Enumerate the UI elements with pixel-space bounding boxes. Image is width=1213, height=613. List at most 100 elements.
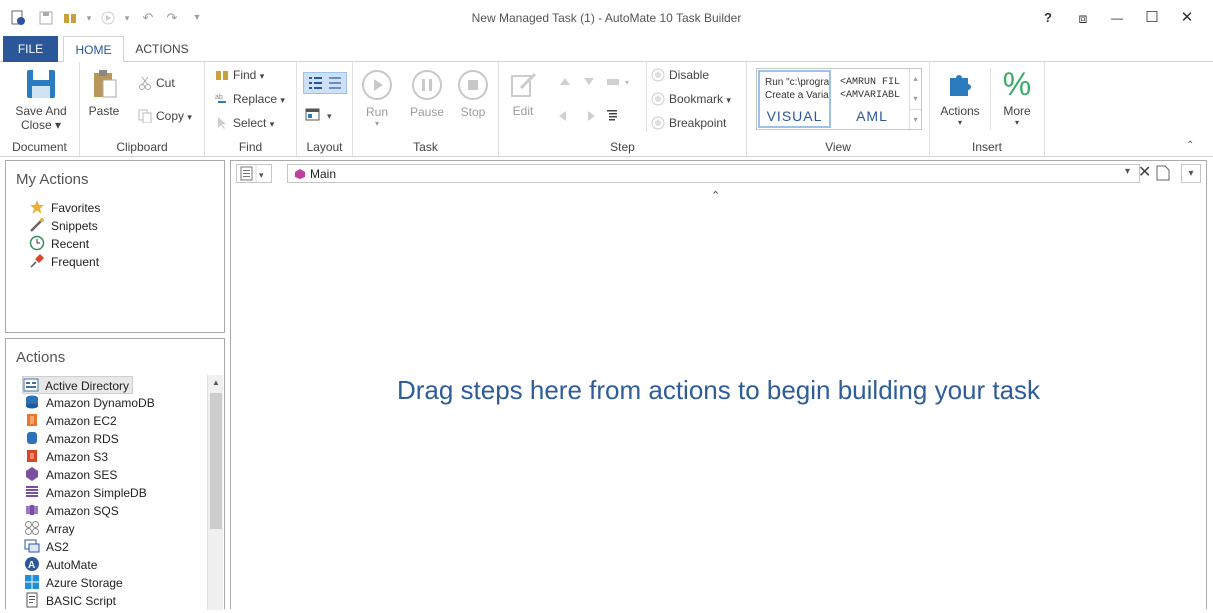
stop-button[interactable]: Stop [455,70,491,119]
breadcrumb[interactable]: Main [287,164,1140,183]
binoculars-icon [215,67,229,81]
as2-icon [24,538,40,554]
save-and-close-button[interactable]: Save And Close ▾ [8,68,74,132]
close-icon[interactable]: ✕ [1138,164,1151,182]
breadcrumb-tools: ▾ ✕ [1125,164,1185,183]
visual-view-option[interactable]: Run "c:\progra Create a Varia VISUAL [758,70,831,128]
amazon-rds-icon [24,430,40,446]
help-button[interactable]: ? [1036,8,1060,28]
copy-button[interactable]: Copy ▾ [138,105,192,127]
breakpoint-label: Breakpoint [669,116,727,130]
select-button[interactable]: Select ▾ [215,112,274,134]
my-actions-recent[interactable]: Recent [29,235,89,253]
amazon-sqs-icon [24,502,40,518]
actions-scrollbar[interactable]: ▲ [207,375,223,610]
insert-actions-button[interactable]: Actions ▾ [936,68,984,127]
svg-text:A: A [28,560,35,571]
bookmark-button[interactable]: Bookmark ▾ [651,88,731,110]
bookmark-label: Bookmark [669,92,724,106]
tab-home[interactable]: HOME [63,36,124,63]
pause-icon [412,70,442,100]
array-icon [24,520,40,536]
run-label: Run [365,105,388,119]
tab-file[interactable]: FILE [3,36,58,62]
close-button[interactable]: ✕ [1175,8,1199,28]
amazon-ec2-icon [24,412,40,428]
ribbon-display-button[interactable]: ⧈ [1071,8,1095,28]
aml-view-option[interactable]: <AMRUN FIL <AMVARIABL AML [835,70,909,128]
my-actions-favorites[interactable]: Favorites [29,199,100,217]
more-label: More [1003,104,1031,118]
breadcrumb-main: Main [310,167,337,181]
my-actions-snippets[interactable]: Snippets [29,217,98,235]
list-item[interactable]: Amazon EC2 [24,412,117,430]
my-actions-frequent[interactable]: Frequent [29,253,99,271]
chevron-down-icon[interactable]: ▾ [1125,166,1130,177]
collapse-up-icon[interactable]: ⌃ [711,189,720,202]
replace-label: Replace [233,92,278,106]
svg-text:▾: ▾ [327,111,332,121]
visual-label: VISUAL [766,108,823,124]
group-label: Insert [971,140,1002,154]
find-button[interactable]: Find ▾ [215,64,264,86]
group-label: View [825,140,851,154]
stop-icon [458,70,488,100]
tab-actions[interactable]: ACTIONS [126,36,198,62]
more-button[interactable]: % More ▾ [996,68,1038,127]
collapse-ribbon-icon[interactable]: ⌃ [1186,140,1194,151]
run-button[interactable]: Run ▾ [359,70,395,128]
amazon-dynamodb-icon [24,394,40,410]
list-item[interactable]: A AutoMate [24,556,97,574]
svg-text:ab: ab [215,94,223,101]
list-layout-button[interactable] [303,72,347,94]
actions-list: Active Directory Amazon DynamoDB Amazon … [6,375,206,610]
disable-button[interactable]: Disable [651,64,709,86]
paste-button[interactable]: Paste [84,68,124,118]
breakpoint-button[interactable]: Breakpoint [651,112,726,134]
maximize-button[interactable]: ☐ [1140,8,1164,28]
separator [646,62,647,132]
play-icon [362,70,392,100]
gallery-scroll[interactable]: ▴ ▾ ▾ [909,69,921,129]
layout-options-button[interactable]: ▾ [305,106,341,124]
minimize-button[interactable]: — [1105,8,1129,28]
list-item[interactable]: Amazon SES [24,466,117,484]
automate-icon: A [24,556,40,572]
basic-script-icon [24,592,40,608]
group-label: Task [413,140,438,154]
step-view-dropdown[interactable]: ▾ [236,164,272,183]
list-item[interactable]: Amazon SimpleDB [24,484,147,502]
title-bar: ▾ ▾ ↶ ↷ ▾ New Managed Task (1) - AutoMat… [0,0,1213,36]
list-item[interactable]: Amazon SQS [24,502,119,520]
amazon-s3-icon [24,448,40,464]
pause-button[interactable]: Pause [407,70,447,119]
list-item[interactable]: Active Directory [22,376,134,394]
group-label: Clipboard [116,140,168,154]
cut-button[interactable]: Cut [138,72,175,94]
aml-preview-1: <AMRUN FIL [840,77,901,88]
scroll-thumb[interactable] [210,393,222,529]
list-item[interactable]: Amazon RDS [24,430,119,448]
item-label: AutoMate [46,558,98,572]
save-label-1: Save And [15,104,67,118]
replace-button[interactable]: ab Replace ▾ [215,88,285,110]
edit-label: Edit [512,104,534,118]
separator [990,68,991,130]
new-page-icon[interactable] [1156,165,1170,184]
group-label: Layout [306,140,343,154]
list-item[interactable]: Array [24,520,75,538]
scroll-up-icon[interactable]: ▲ [208,375,224,391]
list-item[interactable]: Amazon S3 [24,448,108,466]
document-group: Save And Close ▾ Document [0,62,80,157]
amazon-simpledb-icon [24,484,40,500]
list-item[interactable]: AS2 [24,538,69,556]
group-label: Document [12,140,67,154]
list-item[interactable]: Amazon DynamoDB [24,394,155,412]
workspace-menu-button[interactable]: ▾ [1181,164,1201,183]
breakpoint-icon [651,115,665,130]
list-item[interactable]: Azure Storage [24,574,123,592]
task-group: Run ▾ Pause Stop Task [353,62,499,157]
list-item[interactable]: BASIC Script [24,592,116,610]
edit-button[interactable]: Edit [505,70,541,118]
stop-label: Stop [460,105,486,119]
